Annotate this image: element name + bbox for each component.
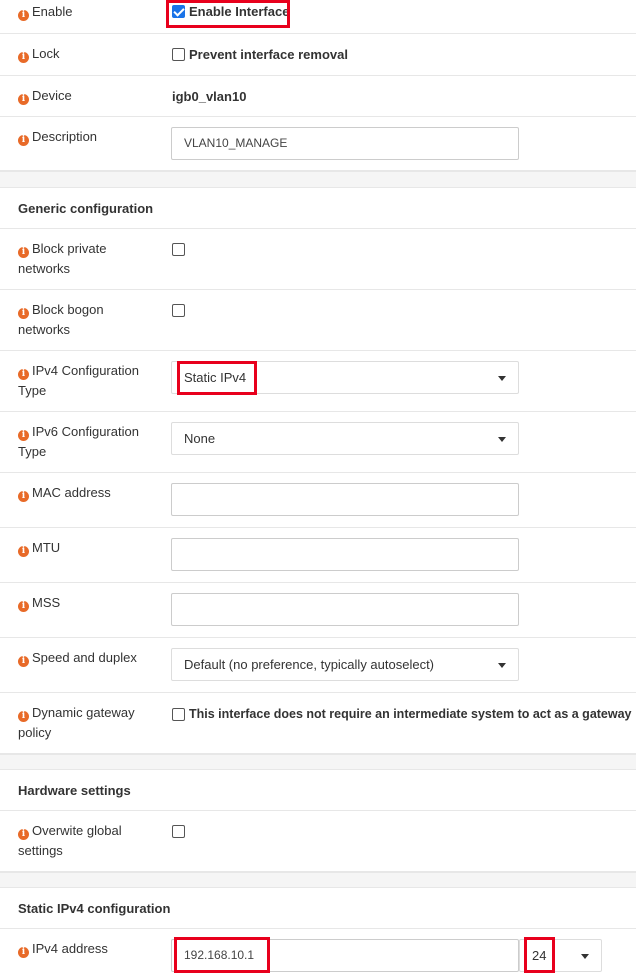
label-enable: i Enable <box>18 2 158 22</box>
row-description: i Description VLAN10_MANAGE <box>0 117 636 171</box>
label-block-private: i Block private networks <box>18 241 107 276</box>
section-gap <box>0 171 636 188</box>
label-overwrite: i Overwite global settings <box>18 823 122 858</box>
label-description: i Description <box>18 127 158 147</box>
block-bogon-checkbox[interactable] <box>172 304 185 317</box>
label-block-bogon: i Block bogon networks <box>18 302 104 337</box>
section-gap <box>0 872 636 888</box>
info-icon[interactable]: i <box>18 10 29 21</box>
row-enable: i Enable Enable Interface <box>0 0 636 34</box>
chevron-down-icon <box>581 954 589 959</box>
info-icon[interactable]: i <box>18 829 29 840</box>
chevron-down-icon <box>498 376 506 381</box>
info-icon[interactable]: i <box>18 135 29 146</box>
row-lock: i Lock Prevent interface removal <box>0 34 636 76</box>
mac-input[interactable] <box>171 483 519 516</box>
info-icon[interactable]: i <box>18 430 29 441</box>
info-icon[interactable]: i <box>18 247 29 258</box>
info-icon[interactable]: i <box>18 656 29 667</box>
label-gateway-policy: i Dynamic gateway policy <box>18 705 135 740</box>
info-icon[interactable]: i <box>18 546 29 557</box>
row-mtu: i MTU <box>0 528 636 583</box>
info-icon[interactable]: i <box>18 369 29 380</box>
chevron-down-icon <box>498 437 506 442</box>
overwrite-global-checkbox[interactable] <box>172 825 185 838</box>
info-icon[interactable]: i <box>18 947 29 958</box>
label-ipv6-type: i IPv6 Configuration Type <box>18 424 139 459</box>
row-block-bogon: i Block bogon networks <box>0 290 636 351</box>
description-input[interactable]: VLAN10_MANAGE <box>171 127 519 160</box>
row-block-private: i Block private networks <box>0 229 636 290</box>
section-header-hardware: Hardware settings <box>0 770 636 811</box>
checkbox[interactable] <box>172 48 185 61</box>
device-value: igb0_vlan10 <box>172 89 247 104</box>
row-speed: i Speed and duplex Default (no preference… <box>0 638 636 693</box>
label-ipv4-address: i IPv4 address <box>18 939 158 959</box>
row-ipv4-address: i IPv4 address 192.168.10.1 24 <box>0 929 636 978</box>
section-gap <box>0 754 636 770</box>
prevent-removal-checkbox[interactable]: Prevent interface removal <box>172 47 348 62</box>
label-lock: i Lock <box>18 44 158 64</box>
ipv4-type-select[interactable]: Static IPv4 <box>171 361 519 394</box>
label-mss: i MSS <box>18 593 158 613</box>
speed-duplex-select[interactable]: Default (no preference, typically autose… <box>171 648 519 681</box>
label-mac: i MAC address <box>18 483 158 503</box>
mss-input[interactable] <box>171 593 519 626</box>
label-ipv4-type: i IPv4 Configuration Type <box>18 363 139 398</box>
row-ipv4-type: i IPv4 Configuration Type Static IPv4 <box>0 351 636 412</box>
row-mac: i MAC address <box>0 473 636 528</box>
enable-interface-checkbox[interactable]: Enable Interface <box>172 4 289 19</box>
section-title: Generic configuration <box>18 201 154 216</box>
info-icon[interactable]: i <box>18 711 29 722</box>
ipv4-prefix-select[interactable]: 24 <box>519 939 602 972</box>
label-device: i Device <box>18 86 158 106</box>
section-header-static-ipv4: Static IPv4 configuration <box>0 888 636 929</box>
info-icon[interactable]: i <box>18 491 29 502</box>
label-mtu: i MTU <box>18 538 158 558</box>
section-header-generic: Generic configuration <box>0 188 636 229</box>
row-gateway-policy: i Dynamic gateway policy This interface do… <box>0 693 636 754</box>
mtu-input[interactable] <box>171 538 519 571</box>
chevron-down-icon <box>498 663 506 668</box>
block-private-checkbox[interactable] <box>172 243 185 256</box>
checkbox[interactable] <box>172 707 185 721</box>
label-speed: i Speed and duplex <box>18 648 158 668</box>
row-ipv6-type: i IPv6 Configuration Type None <box>0 412 636 473</box>
info-icon[interactable]: i <box>18 601 29 612</box>
row-overwrite: i Overwite global settings <box>0 811 636 872</box>
checkbox-checked[interactable] <box>172 5 185 18</box>
row-mss: i MSS <box>0 583 636 638</box>
info-icon[interactable]: i <box>18 308 29 319</box>
row-device: i Device igb0_vlan10 <box>0 76 636 117</box>
ipv4-address-input[interactable]: 192.168.10.1 <box>171 939 519 972</box>
section-title: Static IPv4 configuration <box>18 901 171 916</box>
ipv6-type-select[interactable]: None <box>171 422 519 455</box>
info-icon[interactable]: i <box>18 94 29 105</box>
info-icon[interactable]: i <box>18 52 29 63</box>
section-title: Hardware settings <box>18 783 131 798</box>
gateway-policy-checkbox[interactable]: This interface does not require an inter… <box>172 707 632 721</box>
